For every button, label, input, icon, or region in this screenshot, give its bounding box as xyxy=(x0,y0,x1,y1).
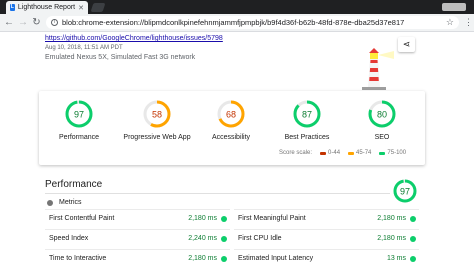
metric-estimated-input-latency: Estimated Input Latency 13 ms xyxy=(234,249,419,267)
score-gauge-ring: 87 xyxy=(293,100,321,128)
gauge-score: 97 xyxy=(74,110,84,120)
pass-check-icon xyxy=(221,255,227,262)
pass-marker-icon xyxy=(379,151,386,155)
metric-time-to-interactive: Time to Interactive 2,180 ms xyxy=(45,249,230,267)
metrics-toggle-icon[interactable] xyxy=(47,199,53,206)
metric-first-meaningful-paint: First Meaningful Paint 2,180 ms xyxy=(234,209,419,227)
browser-tab[interactable]: L Lighthouse Report ✕ xyxy=(6,1,88,14)
gauge-score: 58 xyxy=(152,110,162,120)
back-arrow-icon[interactable]: ← xyxy=(4,17,14,28)
score-gauge-ring: 97 xyxy=(393,179,417,203)
legend-item-fail: 0-44 xyxy=(320,150,340,156)
profile-badge[interactable] xyxy=(442,3,466,11)
kebab-menu-icon[interactable]: ⋮ xyxy=(464,17,473,28)
legend-item-average: 45-74 xyxy=(348,150,371,156)
score-gauge-ring: 80 xyxy=(368,100,396,128)
metric-name: Time to Interactive xyxy=(49,255,107,262)
report-device: Emulated Nexus 5X, Simulated Fast 3G net… xyxy=(45,54,196,61)
metric-name: Estimated Input Latency xyxy=(238,255,314,262)
metric-value: 2,180 ms xyxy=(188,215,217,222)
score-gauge-ring: 58 xyxy=(143,100,171,128)
category-scores-card: 97 Performance 58 Progressive Web App 68 Ac… xyxy=(39,91,425,165)
forward-arrow-icon[interactable]: → xyxy=(18,17,28,28)
address-url[interactable]: blob:chrome-extension://blipmdconlkpinef… xyxy=(62,18,442,27)
gauge-score: 80 xyxy=(377,110,387,120)
gauge-seo[interactable]: 80 SEO xyxy=(342,99,422,141)
metric-value: 2,180 ms xyxy=(188,255,217,262)
gauge-score: 68 xyxy=(226,110,236,120)
metric-first-cpu-idle: First CPU Idle 2,180 ms xyxy=(234,229,419,247)
gauge-label: Performance xyxy=(58,134,100,141)
gauge-performance[interactable]: 97 Performance xyxy=(39,99,119,141)
metric-first-contentful-paint: First Contentful Paint 2,180 ms xyxy=(45,209,230,227)
bookmark-star-icon[interactable]: ☆ xyxy=(446,17,454,28)
report-page: https://github.com/GoogleChrome/lighthou… xyxy=(0,33,474,276)
gauge-best-practices[interactable]: 87 Best Practices xyxy=(267,99,347,141)
pass-check-icon xyxy=(410,255,416,262)
pass-check-icon xyxy=(410,235,416,242)
pass-check-icon xyxy=(221,215,227,222)
score-gauge-ring: 97 xyxy=(65,100,93,128)
legend-range-average: 45-74 xyxy=(356,150,372,156)
metric-value: 2,240 ms xyxy=(188,235,217,242)
pass-check-icon xyxy=(221,235,227,242)
gauge-label: SEO xyxy=(374,134,390,141)
performance-score-gauge: 97 xyxy=(392,178,418,206)
gauge-label: Accessibility xyxy=(211,134,251,141)
tab-title: Lighthouse Report xyxy=(17,4,76,11)
average-marker-icon xyxy=(348,151,355,155)
legend-range-pass: 75-100 xyxy=(387,150,407,156)
score-gauge-ring: 68 xyxy=(217,100,245,128)
metric-value: 2,180 ms xyxy=(377,235,406,242)
report-url-link[interactable]: https://github.com/GoogleChrome/lighthou… xyxy=(45,35,223,42)
metrics-label: Metrics xyxy=(59,199,82,206)
metrics-header[interactable]: Metrics xyxy=(47,199,82,206)
legend-item-pass: 75-100 xyxy=(379,150,406,156)
gauge-score: 97 xyxy=(400,187,410,197)
share-icon[interactable]: ⋖ xyxy=(398,37,415,52)
reload-icon[interactable]: ↻ xyxy=(32,17,41,28)
metric-value: 13 ms xyxy=(386,255,406,262)
address-bar[interactable]: i blob:chrome-extension://blipmdconlkpin… xyxy=(46,16,459,29)
legend-range-fail: 0-44 xyxy=(328,150,341,156)
lighthouse-favicon-icon: L xyxy=(10,4,15,11)
metric-name: Speed Index xyxy=(49,235,89,242)
lighthouse-illustration xyxy=(362,48,394,90)
report-date: Aug 10, 2018, 11:51 AM PDT xyxy=(45,45,123,51)
gauge-label: Best Practices xyxy=(284,134,330,141)
section-title: Performance xyxy=(45,179,103,190)
metric-name: First Contentful Paint xyxy=(49,215,115,222)
metric-speed-index: Speed Index 2,240 ms xyxy=(45,229,230,247)
metric-value: 2,180 ms xyxy=(377,215,406,222)
browser-toolbar: ← → ↻ i blob:chrome-extension://blipmdco… xyxy=(0,14,474,32)
performance-section: Performance 97 Metrics First Contentful … xyxy=(39,175,425,276)
gauge-label: Progressive Web App xyxy=(123,134,191,141)
browser-titlebar: L Lighthouse Report ✕ xyxy=(0,0,474,14)
gauge-progressive-web-app[interactable]: 58 Progressive Web App xyxy=(117,99,197,141)
section-divider xyxy=(45,193,390,194)
pass-check-icon xyxy=(410,215,416,222)
score-scale-label: Score scale: xyxy=(279,150,313,156)
fail-marker-icon xyxy=(320,151,327,155)
close-icon[interactable]: ✕ xyxy=(78,4,84,12)
new-tab-button[interactable] xyxy=(90,3,106,12)
score-scale-legend: Score scale: 0-44 45-74 75-100 xyxy=(279,150,406,156)
metric-name: First CPU Idle xyxy=(238,235,282,242)
gauge-accessibility[interactable]: 68 Accessibility xyxy=(191,99,271,141)
gauge-score: 87 xyxy=(302,110,312,120)
info-icon[interactable]: i xyxy=(51,19,58,26)
metric-name: First Meaningful Paint xyxy=(238,215,306,222)
report-header: https://github.com/GoogleChrome/lighthou… xyxy=(0,33,438,90)
